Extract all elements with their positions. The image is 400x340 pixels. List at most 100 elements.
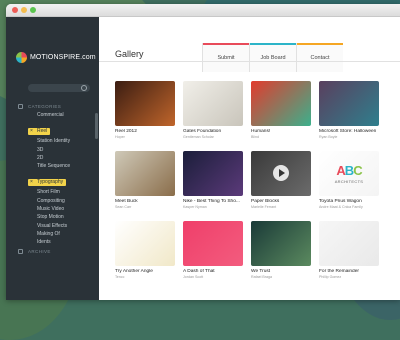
minimize-window-button[interactable] (21, 7, 27, 13)
categories-icon (18, 104, 23, 109)
category-label: 2D (37, 154, 44, 161)
card-title[interactable]: Humans! (251, 129, 311, 134)
card-author: Blind (251, 135, 259, 139)
category-label: Stop Motion (37, 214, 64, 221)
card-title[interactable]: A Dash of That (183, 269, 243, 274)
gallery-card[interactable]: Gates Foundation Gentleman Scholar (183, 81, 243, 139)
sidebar-scrollbar[interactable] (95, 113, 98, 139)
gallery-card[interactable]: We Trust Rafael Braga (251, 221, 311, 279)
card-author: Sean Carr (115, 205, 132, 209)
nav-label: Submit (217, 54, 235, 61)
gallery-card[interactable]: Nike - Best Thing To Sho... Kasper Nyman (183, 151, 243, 209)
card-title[interactable]: Reel 2012 (115, 129, 175, 134)
nav-item[interactable]: Job Board (249, 43, 296, 72)
category-label: Typography (37, 179, 64, 186)
category-label: Visual Effects (37, 222, 68, 229)
card-title[interactable]: Gates Foundation (183, 129, 243, 134)
categories-heading: CATEGORIES (18, 104, 61, 109)
sidebar-category-item[interactable]: 2D (28, 154, 94, 162)
card-title[interactable]: Microsoft Store: Halloween (319, 129, 379, 134)
gallery-card[interactable]: Paper Blocks Marielle Ferrant (251, 151, 311, 209)
card-author: Jordan Scott (183, 275, 204, 279)
card-title[interactable]: Nike - Best Thing To Sho... (183, 199, 243, 204)
browser-window: MOTIONSPIRE.com CATEGORIES Commercial × Re… (6, 4, 400, 300)
gallery-card[interactable]: A Dash of That Jordan Scott (183, 221, 243, 279)
search-icon[interactable] (81, 85, 87, 91)
remove-filter-icon[interactable]: × (30, 179, 33, 186)
remove-filter-icon[interactable]: × (30, 128, 33, 135)
gallery-thumbnail[interactable]: ABC ARCHITECTS (319, 151, 379, 196)
nav-accent-bar (250, 43, 296, 45)
sidebar-category-item[interactable]: Commercial (28, 111, 94, 119)
gallery-thumbnail[interactable] (319, 221, 379, 266)
category-label: Station Identity (37, 138, 71, 145)
archive-heading[interactable]: ARCHIVE (18, 249, 51, 254)
gallery-thumbnail[interactable] (251, 221, 311, 266)
nav-label: Contact (310, 54, 330, 61)
gallery-thumbnail[interactable] (115, 81, 175, 126)
sidebar-category-item[interactable]: Stop Motion (28, 213, 94, 221)
sidebar-category-item[interactable]: Visual Effects (28, 222, 94, 230)
gallery-card[interactable]: Reel 2012 Hoper (115, 81, 175, 139)
gallery-card[interactable]: Microsoft Store: Halloween Ryan Boyle (319, 81, 379, 139)
sidebar-category-item[interactable]: Making Of (28, 230, 94, 238)
gallery-thumbnail[interactable] (251, 151, 311, 196)
abc-architects-logo: ABC (336, 163, 362, 178)
sidebar-category-item[interactable]: × Typography (28, 170, 94, 188)
category-label: Music Video (37, 206, 65, 213)
logo-subtitle: ARCHITECTS (334, 179, 364, 184)
gallery-card[interactable]: Humans! Blind (251, 81, 311, 139)
card-title[interactable]: For the Remainder (319, 269, 379, 274)
card-title[interactable]: Paper Blocks (251, 199, 311, 204)
card-author: Hoper (115, 135, 125, 139)
card-title[interactable]: Meet Buck (115, 199, 175, 204)
page-title: Gallery (115, 49, 144, 59)
card-author: Rafael Braga (251, 275, 272, 279)
card-title[interactable]: Toyota Prius Wagon (319, 199, 379, 204)
maximize-window-button[interactable] (30, 7, 36, 13)
category-list: Commercial × Reel Station Identity 3D 2D Title… (28, 111, 94, 247)
gallery-thumbnail[interactable] (251, 81, 311, 126)
gallery-thumbnail[interactable] (319, 81, 379, 126)
brand-logo[interactable]: MOTIONSPIRE.com (16, 51, 96, 63)
sidebar-category-item[interactable]: Music Video (28, 205, 94, 213)
main-content: Gallery Submit Job Board Contact Reel 2012… (99, 17, 400, 300)
sidebar: MOTIONSPIRE.com CATEGORIES Commercial × Re… (6, 17, 99, 300)
close-window-button[interactable] (12, 7, 18, 13)
gallery-thumbnail[interactable] (183, 151, 243, 196)
sidebar-category-item[interactable]: × Reel (28, 119, 94, 137)
top-nav: Submit Job Board Contact (202, 43, 343, 72)
card-author: Andre Maat & Cnlca Family (319, 205, 363, 209)
sidebar-category-item[interactable]: 3D (28, 146, 94, 154)
gallery-thumbnail[interactable] (115, 151, 175, 196)
card-title[interactable]: We Trust (251, 269, 311, 274)
gallery-card[interactable]: For the Remainder Phillip Gomez (319, 221, 379, 279)
gallery-card[interactable]: ABC ARCHITECTS Toyota Prius Wagon Andre Maa… (319, 151, 379, 209)
gallery-card[interactable]: Try Another Angle Tencc (115, 221, 175, 279)
category-label: Reel (37, 128, 48, 135)
brand-name: MOTIONSPIRE.com (30, 53, 96, 61)
category-label: Idents (37, 239, 51, 246)
sidebar-category-item[interactable]: Idents (28, 238, 94, 246)
nav-accent-bar (203, 43, 249, 45)
sidebar-category-item[interactable]: Compositing (28, 197, 94, 205)
gallery-thumbnail[interactable] (183, 81, 243, 126)
card-title[interactable]: Try Another Angle (115, 269, 175, 274)
play-icon[interactable] (273, 165, 289, 181)
gallery-card[interactable]: Meet Buck Sean Carr (115, 151, 175, 209)
sidebar-category-item[interactable]: Title Sequence (28, 162, 94, 170)
gallery-thumbnail[interactable] (183, 221, 243, 266)
nav-item[interactable]: Contact (296, 43, 343, 72)
sidebar-category-item[interactable]: Station Identity (28, 137, 94, 145)
gallery-thumbnail[interactable] (115, 221, 175, 266)
header-divider (99, 61, 400, 62)
category-label: Short Film (37, 189, 60, 196)
card-author: Tencc (115, 275, 125, 279)
category-label: Title Sequence (37, 163, 71, 170)
sidebar-category-item[interactable]: Short Film (28, 188, 94, 196)
nav-item[interactable]: Submit (202, 43, 249, 72)
title-bar (6, 4, 400, 17)
category-label: 3D (37, 146, 44, 153)
category-label: Commercial (37, 112, 64, 118)
search-input[interactable] (28, 84, 90, 92)
